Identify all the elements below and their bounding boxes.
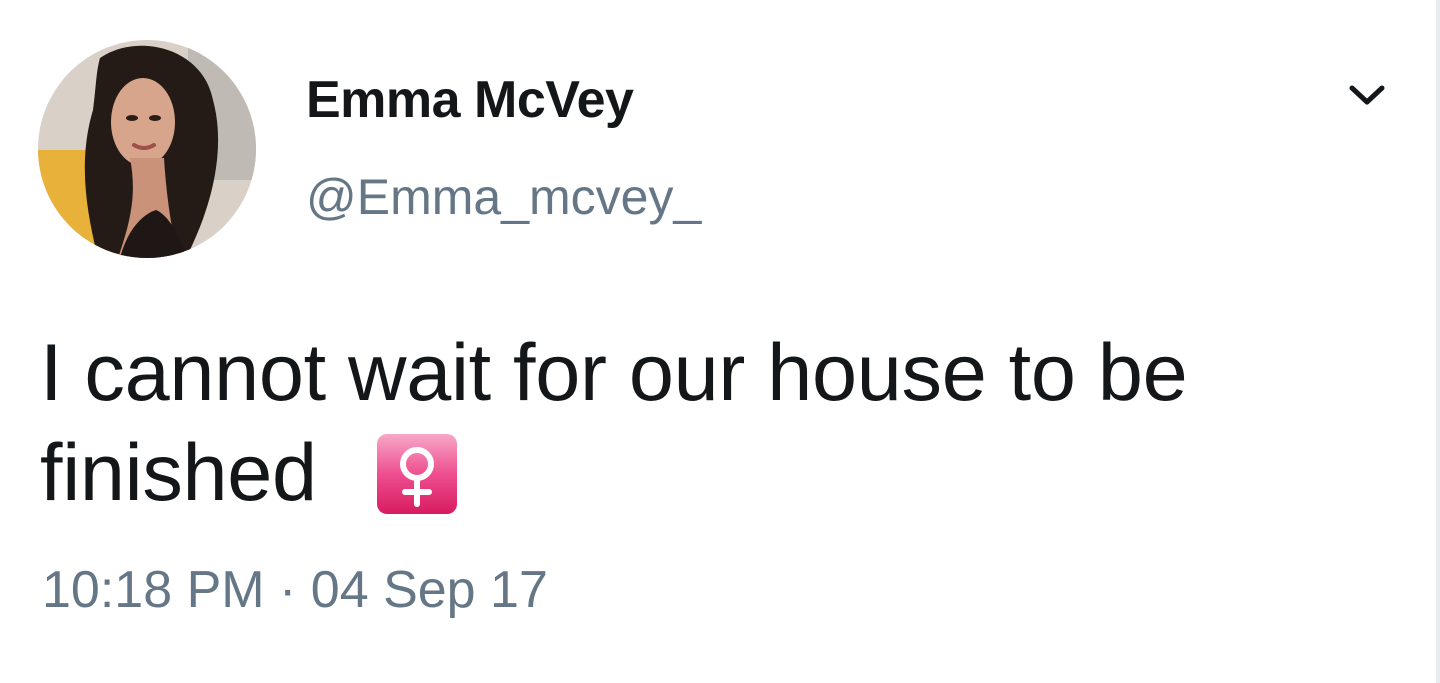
card-edge-divider [1436, 0, 1440, 683]
tweet-timestamp[interactable]: 10:18 PM · 04 Sep 17 [42, 560, 548, 620]
user-handle[interactable]: @Emma_mcvey_ [306, 168, 701, 226]
tweet-text: I cannot wait for our house to be finish… [40, 323, 1360, 523]
tweet-text-segment: finished [40, 428, 317, 518]
tweet-card: Emma McVey @Emma_mcvey_ I cannot wait fo… [0, 0, 1440, 683]
tweet-menu-button[interactable] [1342, 80, 1392, 116]
tweet-text-line: I cannot wait for our house to be [40, 328, 1188, 418]
chevron-down-icon [1348, 84, 1386, 113]
avatar[interactable] [38, 40, 256, 258]
female-sign-emoji [376, 433, 457, 514]
display-name[interactable]: Emma McVey [306, 70, 634, 130]
tweet-text-line: finished [40, 423, 1360, 523]
